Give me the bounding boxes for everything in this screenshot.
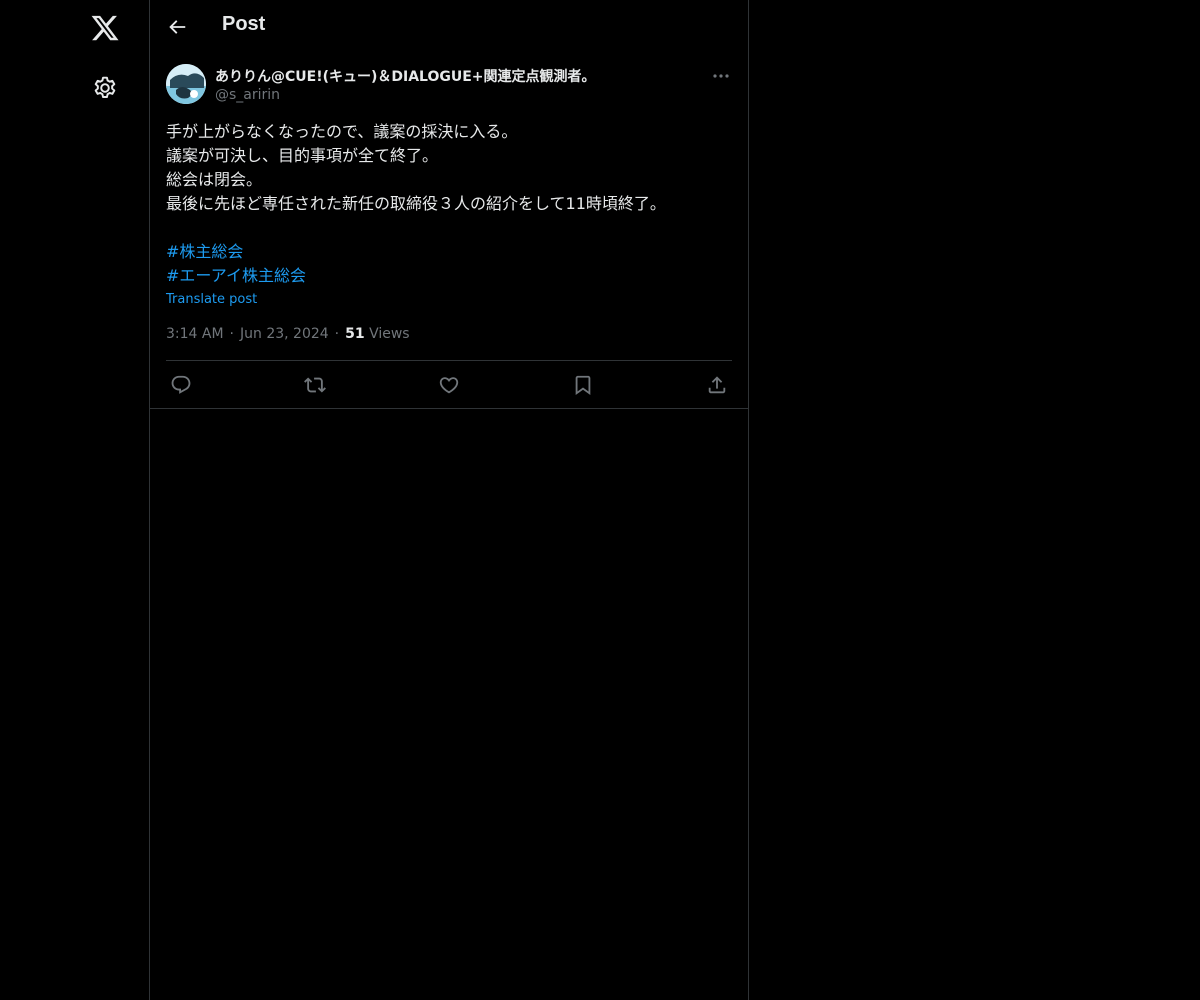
- user-handle[interactable]: @s_aririn: [215, 87, 280, 103]
- separator-dot: ·: [229, 326, 234, 342]
- post-text-line: 手が上がらなくなったので、議案の採決に入る。: [166, 122, 518, 141]
- separator-dot: ·: [334, 326, 340, 342]
- avatar[interactable]: [166, 64, 206, 104]
- arrow-left-icon[interactable]: [166, 16, 188, 38]
- share-icon[interactable]: [704, 372, 730, 398]
- like-icon[interactable]: [436, 372, 462, 398]
- divider: [166, 360, 732, 361]
- post-detail-column: Post ありりん@CUE!(キュー)＆DIALOGUE+関連定点観測者。 @s…: [149, 0, 749, 1000]
- hashtag-link[interactable]: #エーアイ株主総会: [166, 264, 732, 288]
- more-options-icon[interactable]: [710, 66, 732, 86]
- post-text-line: 議案が可決し、目的事項が全て終了。: [166, 146, 439, 165]
- post-text-gap: [166, 216, 732, 240]
- page-title: Post: [222, 13, 266, 35]
- post-text-line: 最後に先ほど専任された新任の取締役３人の紹介をして11時頃終了。: [166, 194, 666, 213]
- post-time[interactable]: 3:14 AM: [166, 326, 224, 342]
- left-nav: [0, 0, 149, 1000]
- action-bar: [166, 372, 732, 398]
- repost-icon[interactable]: [302, 372, 328, 398]
- display-name[interactable]: ありりん@CUE!(キュー)＆DIALOGUE+関連定点観測者。: [215, 66, 596, 86]
- page-header: Post: [150, 0, 748, 54]
- gear-icon[interactable]: [92, 75, 118, 101]
- reply-icon[interactable]: [168, 372, 194, 398]
- translate-post-link[interactable]: Translate post: [166, 292, 257, 307]
- post-text-line: 総会は閉会。: [166, 170, 263, 189]
- post-text: 手が上がらなくなったので、議案の採決に入る。 議案が可決し、目的事項が全て終了。…: [166, 120, 732, 288]
- post-meta: 3:14 AM · Jun 23, 2024 · 51 Views: [166, 326, 410, 342]
- views-label: Views: [369, 326, 410, 342]
- post-bottom-border: [150, 408, 748, 409]
- x-logo-icon[interactable]: [90, 13, 120, 43]
- hashtag-link[interactable]: #株主総会: [166, 240, 732, 264]
- post-date[interactable]: Jun 23, 2024: [240, 326, 329, 342]
- views-count: 51: [345, 326, 365, 342]
- bookmark-icon[interactable]: [570, 372, 596, 398]
